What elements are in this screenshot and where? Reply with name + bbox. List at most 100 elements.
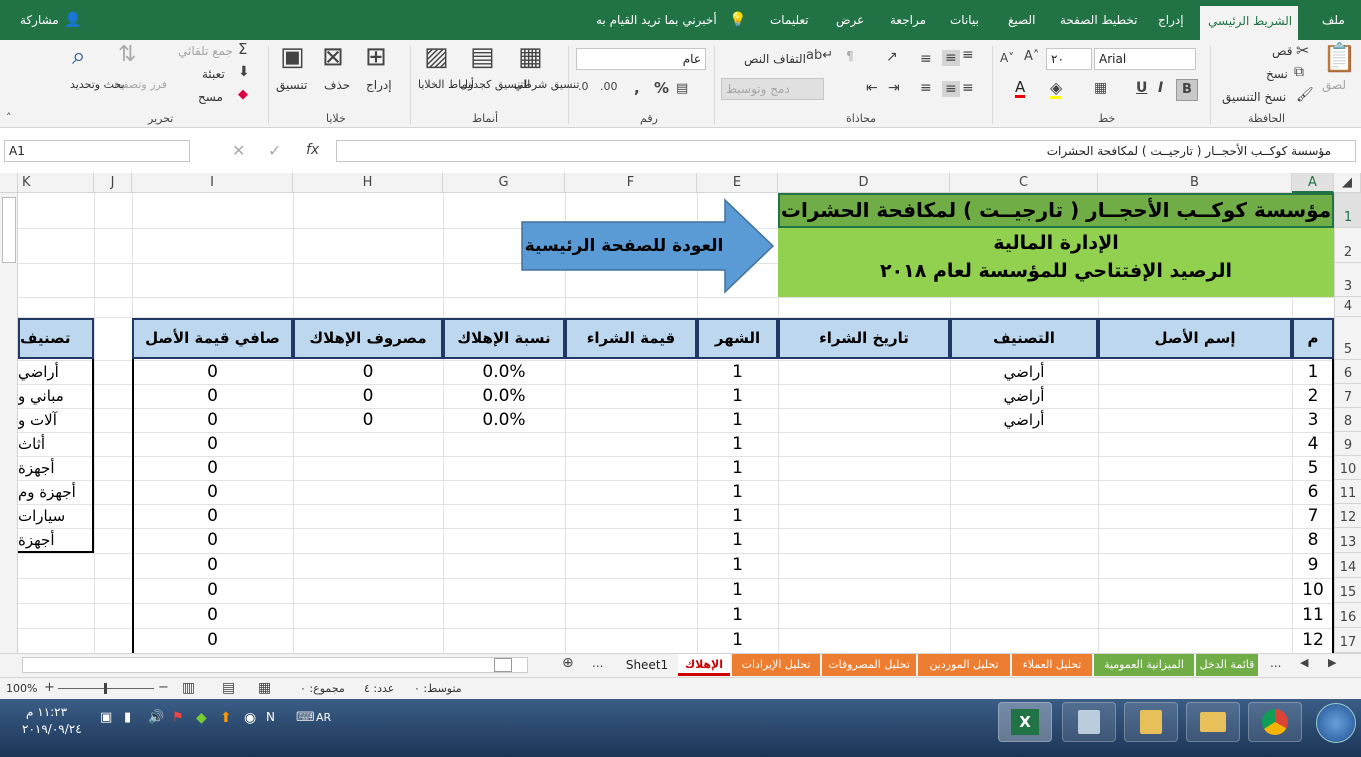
row-header-1[interactable]: 1: [1334, 193, 1361, 228]
clock-time[interactable]: ١١:٢٣ م: [26, 705, 67, 719]
company-title-cell[interactable]: مؤسسة كوكــب الأحجــار ( تارجيــت ) لمكا…: [778, 193, 1334, 228]
excel-taskbar-icon[interactable]: X: [998, 702, 1052, 742]
bold-icon[interactable]: B: [1176, 79, 1198, 101]
find-select-button[interactable]: بحث وتحديد: [70, 78, 125, 91]
tab-help[interactable]: تعليمات: [770, 0, 809, 40]
zoom-level[interactable]: 100%: [6, 682, 37, 695]
sheet-tab-balance[interactable]: الميزانية العمومية: [1094, 654, 1194, 676]
underline-icon[interactable]: U: [1136, 81, 1147, 95]
autosum-button[interactable]: جمع تلقائي: [178, 44, 233, 58]
column-header-b[interactable]: B: [1098, 173, 1292, 193]
paste-icon[interactable]: 📋: [1322, 44, 1357, 72]
net-value-cell[interactable]: 0: [132, 578, 293, 602]
month-cell[interactable]: 1: [697, 603, 778, 627]
cancel-icon[interactable]: ✕: [232, 143, 245, 159]
sheet-tab-customers[interactable]: تحليل العملاء: [1012, 654, 1092, 676]
vertical-scroll-thumb[interactable]: [2, 197, 16, 263]
rate-cell[interactable]: [443, 504, 565, 528]
category-list-item[interactable]: أجهزة وم: [18, 480, 92, 504]
grow-font-icon[interactable]: A˄: [1024, 50, 1039, 63]
depreciation-cell[interactable]: [293, 603, 443, 627]
tab-file[interactable]: ملف: [1322, 0, 1345, 40]
row-header-14[interactable]: 14: [1334, 553, 1361, 578]
horizontal-scrollbar[interactable]: [22, 657, 528, 673]
row-header-6[interactable]: 6: [1334, 360, 1361, 384]
depreciation-cell[interactable]: 0: [293, 384, 443, 408]
month-cell[interactable]: 1: [697, 504, 778, 528]
row-header-7[interactable]: 7: [1334, 384, 1361, 408]
start-button[interactable]: [1316, 703, 1356, 743]
format-painter-button[interactable]: نسخ التنسيق: [1222, 90, 1286, 104]
language-indicator[interactable]: AR: [316, 711, 331, 724]
back-home-arrow-label[interactable]: العودة للصفحة الرئيسية: [522, 222, 726, 270]
font-name-select[interactable]: Arial: [1094, 48, 1196, 70]
sheet-tab-income[interactable]: قائمة الدخل: [1196, 654, 1258, 676]
index-cell[interactable]: 5: [1292, 456, 1334, 480]
rate-cell[interactable]: 0.0%: [443, 408, 565, 432]
insert-function-icon[interactable]: fx: [306, 143, 319, 157]
column-header-f[interactable]: F: [565, 173, 697, 193]
update-icon[interactable]: ⬆: [220, 711, 232, 725]
sheet-tab-sheet1[interactable]: Sheet1: [618, 654, 676, 676]
net-value-cell[interactable]: 0: [132, 360, 293, 384]
clipboard-tray-icon[interactable]: ▣: [100, 711, 112, 724]
row-header-16[interactable]: 16: [1334, 603, 1361, 628]
rate-cell[interactable]: [443, 456, 565, 480]
category-cell[interactable]: [950, 578, 1098, 602]
index-cell[interactable]: 9: [1292, 553, 1334, 577]
row-header-10[interactable]: 10: [1334, 456, 1361, 480]
clock-date[interactable]: ٢٠١٩/٠٩/٢٤: [22, 722, 82, 736]
net-value-cell[interactable]: 0: [132, 603, 293, 627]
index-cell[interactable]: 2: [1292, 384, 1334, 408]
more-tabs-right[interactable]: ...: [592, 657, 603, 669]
index-cell[interactable]: 4: [1292, 432, 1334, 456]
tab-home[interactable]: الشريط الرئيسي: [1200, 6, 1298, 40]
category-cell[interactable]: [950, 603, 1098, 627]
chrome-icon[interactable]: [1248, 702, 1302, 742]
select-all-corner[interactable]: [0, 173, 18, 193]
network-icon[interactable]: ▮: [124, 711, 131, 724]
volume-icon[interactable]: 🔊: [148, 711, 164, 724]
borders-icon[interactable]: ▦: [1094, 81, 1107, 95]
month-cell[interactable]: 1: [697, 553, 778, 577]
category-list-item[interactable]: أجهزة: [18, 528, 92, 552]
align-center-icon[interactable]: ≡: [942, 81, 960, 97]
column-header-g[interactable]: G: [443, 173, 565, 193]
keyboard-icon[interactable]: ⌨: [296, 711, 315, 724]
more-tabs-left[interactable]: ...: [1270, 657, 1281, 669]
net-value-cell[interactable]: 0: [132, 628, 293, 652]
category-list-item[interactable]: أثاث: [18, 432, 92, 456]
share-button[interactable]: مشاركة: [20, 0, 59, 40]
page-break-icon[interactable]: ▥: [182, 681, 195, 695]
category-cell[interactable]: أراضي: [950, 360, 1098, 384]
row-header-3[interactable]: 3: [1334, 263, 1361, 297]
delete-cells-button[interactable]: حذف: [324, 78, 350, 92]
month-cell[interactable]: 1: [697, 480, 778, 504]
category-list-item[interactable]: مباني و: [18, 384, 92, 408]
column-header-e[interactable]: E: [697, 173, 778, 193]
column-header-k[interactable]: K: [18, 173, 94, 193]
align-bottom-icon[interactable]: ≡: [920, 52, 932, 66]
enter-icon[interactable]: ✓: [268, 143, 281, 159]
onenote-icon[interactable]: N: [266, 711, 275, 723]
row-header-15[interactable]: 15: [1334, 578, 1361, 603]
sheet-tab-expenses[interactable]: تحليل المصروفات: [822, 654, 916, 676]
depreciation-cell[interactable]: [293, 553, 443, 577]
copy-button[interactable]: نسخ: [1266, 67, 1288, 81]
depreciation-cell[interactable]: [293, 432, 443, 456]
net-value-cell[interactable]: 0: [132, 384, 293, 408]
month-cell[interactable]: 1: [697, 528, 778, 552]
month-cell[interactable]: 1: [697, 432, 778, 456]
font-color-icon[interactable]: A: [1015, 80, 1026, 98]
category-cell[interactable]: [950, 504, 1098, 528]
align-right-icon[interactable]: ≡: [962, 81, 974, 95]
row-header-17[interactable]: 17: [1334, 628, 1361, 653]
sheet-tab-suppliers[interactable]: تحليل الموردين: [918, 654, 1010, 676]
flag-icon[interactable]: ⚑: [172, 711, 184, 724]
net-value-cell[interactable]: 0: [132, 528, 293, 552]
tell-me-box[interactable]: أخبرني بما تريد القيام به: [596, 0, 717, 40]
depreciation-cell[interactable]: [293, 504, 443, 528]
month-cell[interactable]: 1: [697, 628, 778, 652]
month-cell[interactable]: 1: [697, 578, 778, 602]
row-header-12[interactable]: 12: [1334, 504, 1361, 528]
